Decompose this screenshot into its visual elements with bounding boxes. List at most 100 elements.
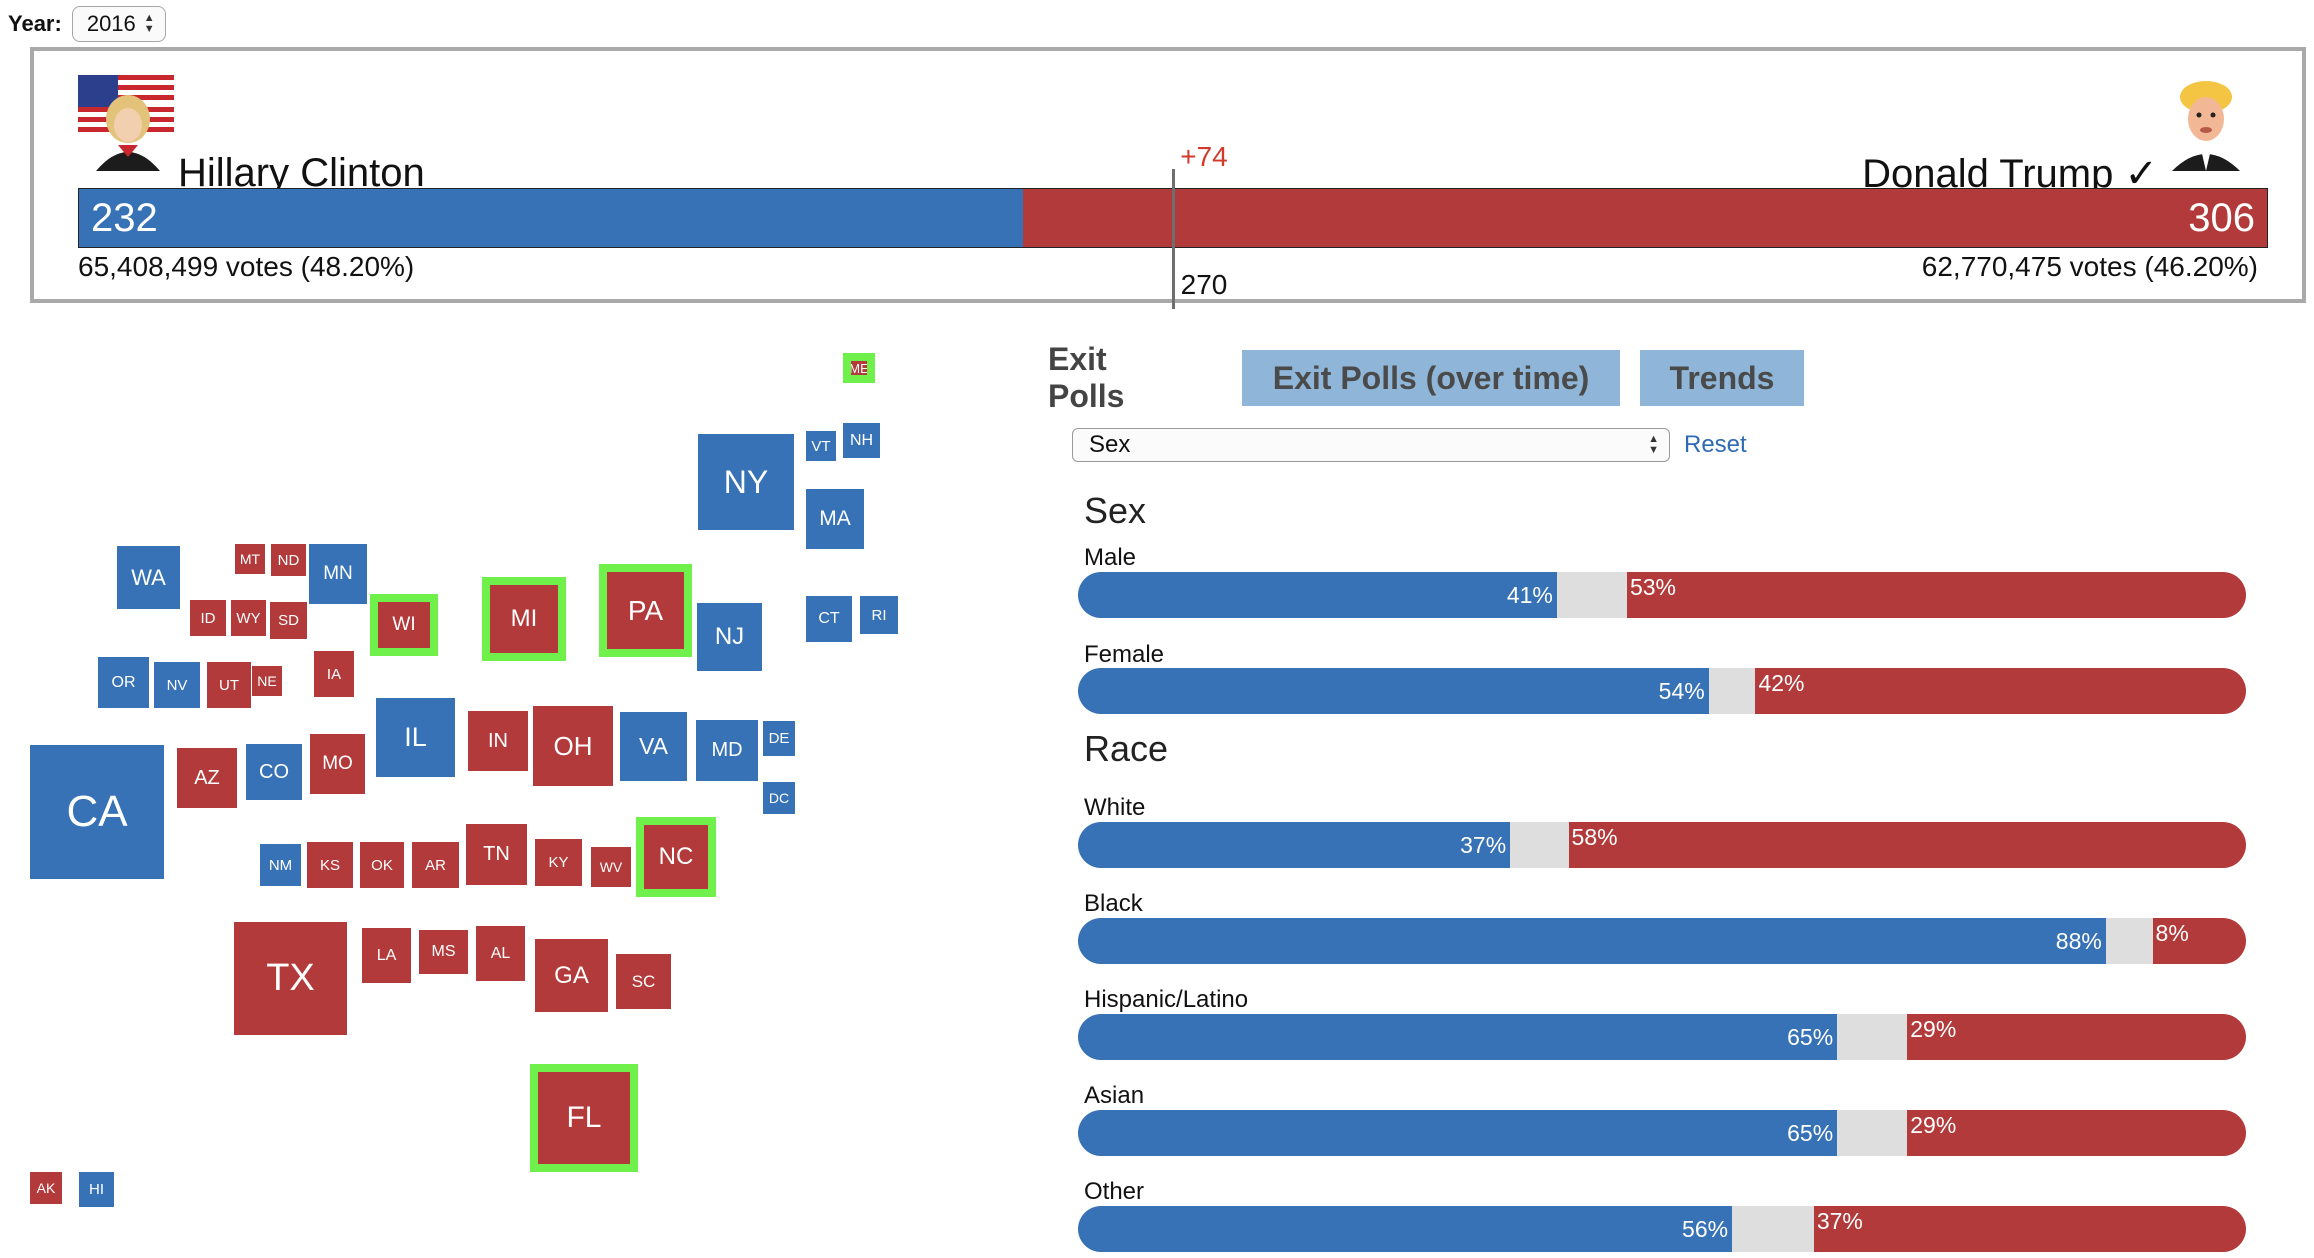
state-tile-al[interactable]: AL (476, 926, 525, 981)
rep-ev-segment: 306 (1022, 189, 2267, 247)
state-tile-ma[interactable]: MA (806, 489, 864, 549)
poll-other-segment (1708, 668, 1756, 714)
poll-other-segment (1732, 1206, 1814, 1252)
state-tile-ne[interactable]: NE (252, 666, 282, 696)
threshold-label: 270 (1180, 269, 1228, 300)
year-select[interactable]: 2016 ▲ ▼ (71, 6, 166, 42)
state-tile-wy[interactable]: WY (231, 600, 266, 636)
poll-rep-segment: 42% (1755, 668, 2246, 714)
state-tile-ar[interactable]: AR (412, 842, 459, 888)
state-tile-ok[interactable]: OK (360, 842, 404, 888)
state-tile-nd[interactable]: ND (271, 544, 306, 576)
poll-row-label: Asian (1084, 1082, 1145, 1109)
analysis-tabs: Exit Polls Exit Polls (over time) Trends (1040, 341, 1804, 414)
state-tile-hi[interactable]: HI (79, 1172, 114, 1207)
clinton-portrait-icon (78, 75, 174, 171)
state-tile-nc[interactable]: NC (636, 817, 716, 897)
state-tile-ga[interactable]: GA (535, 939, 608, 1012)
dem-ev-count: 232 (91, 195, 158, 240)
state-tile-in[interactable]: IN (468, 711, 528, 771)
state-tile-ks[interactable]: KS (307, 842, 353, 888)
state-tile-nh[interactable]: NH (843, 423, 880, 458)
select-arrows-icon: ▲ ▼ (143, 12, 155, 35)
state-tile-ri[interactable]: RI (860, 596, 898, 634)
year-value: 2016 (86, 11, 136, 36)
poll-other-segment (1837, 1014, 1908, 1060)
poll-dem-segment: 37% (1078, 822, 1511, 868)
state-tile-nj[interactable]: NJ (697, 603, 762, 671)
state-tile-md[interactable]: MD (696, 720, 758, 781)
reset-link[interactable]: Reset (1684, 431, 1747, 459)
state-tile-nv[interactable]: NV (154, 662, 200, 708)
state-tile-me[interactable]: ME (843, 353, 875, 383)
state-tile-mo[interactable]: MO (310, 734, 365, 794)
poll-row-label: White (1084, 794, 1146, 821)
year-label: Year: (8, 11, 62, 36)
poll-other-segment (1556, 572, 1627, 618)
state-tile-nm[interactable]: NM (260, 844, 301, 886)
poll-group-title: Sex (1084, 490, 1147, 531)
electoral-summary: Hillary Clinton Donald Trump ✓ +74 232 3… (30, 47, 2306, 309)
poll-dem-segment: 54% (1078, 668, 1709, 714)
state-tile-il[interactable]: IL (376, 698, 455, 777)
poll-rep-segment: 8% (2152, 918, 2246, 964)
state-tile-ms[interactable]: MS (419, 930, 468, 974)
state-tile-ia[interactable]: IA (314, 651, 354, 697)
state-tile-id[interactable]: ID (190, 600, 226, 636)
tab-exit-polls-over-time[interactable]: Exit Polls (over time) (1242, 350, 1620, 406)
state-tile-ca[interactable]: CA (30, 745, 164, 879)
state-tile-mn[interactable]: MN (309, 544, 367, 604)
filter-row: Sex ▲ ▼ Reset (1072, 428, 1747, 462)
tab-exit-polls[interactable]: Exit Polls (1040, 341, 1190, 414)
poll-rep-segment: 53% (1626, 572, 2246, 618)
poll-dem-segment: 65% (1078, 1110, 1838, 1156)
poll-group-title: Race (1084, 728, 1169, 769)
state-tile-vt[interactable]: VT (806, 431, 836, 461)
poll-rep-segment: 29% (1907, 1110, 2246, 1156)
state-tile-wa[interactable]: WA (117, 546, 180, 609)
poll-other-segment (2105, 918, 2153, 964)
state-tile-de[interactable]: DE (763, 721, 795, 756)
category-select[interactable]: Sex ▲ ▼ (1072, 428, 1670, 462)
state-tile-ct[interactable]: CT (806, 596, 852, 642)
state-tile-mt[interactable]: MT (235, 544, 265, 574)
poll-row-label: Hispanic/Latino (1084, 986, 1249, 1013)
state-tile-ak[interactable]: AK (30, 1172, 62, 1204)
category-select-value: Sex (1089, 431, 1131, 458)
state-tile-dc[interactable]: DC (763, 782, 795, 814)
state-tile-wi[interactable]: WI (370, 594, 438, 656)
state-tile-tn[interactable]: TN (466, 824, 527, 885)
state-tile-or[interactable]: OR (98, 657, 149, 708)
state-tile-la[interactable]: LA (362, 928, 411, 983)
state-tile-co[interactable]: CO (246, 744, 302, 800)
state-cartogram: ME VT NH NY MA WA MT ND MN ID WY SD WI MI PA NJ CT RI OR NV… (0, 330, 1000, 1230)
poll-bar: 88% 8% (1078, 918, 2246, 964)
state-tile-ut[interactable]: UT (207, 662, 251, 708)
poll-bar: 56% 37% (1078, 1206, 2246, 1252)
poll-row-label: Female (1084, 641, 1165, 668)
state-tile-az[interactable]: AZ (177, 748, 237, 808)
poll-bar: 37% 58% (1078, 822, 2246, 868)
state-tile-mi[interactable]: MI (482, 577, 566, 661)
state-tile-fl[interactable]: FL (530, 1064, 638, 1172)
state-tile-sd[interactable]: SD (270, 602, 307, 639)
poll-bar: 65% 29% (1078, 1110, 2246, 1156)
poll-dem-segment: 65% (1078, 1014, 1838, 1060)
poll-bar: 65% 29% (1078, 1014, 2246, 1060)
state-tile-tx[interactable]: TX (234, 922, 347, 1035)
dem-popular-votes: 65,408,499 votes (48.20%) (78, 251, 415, 282)
state-tile-ny[interactable]: NY (698, 434, 794, 530)
state-tile-wv[interactable]: WV (591, 847, 631, 887)
rep-popular-votes: 62,770,475 votes (46.20%) (1921, 251, 2258, 282)
tab-trends[interactable]: Trends (1640, 350, 1804, 406)
state-tile-oh[interactable]: OH (533, 706, 613, 786)
poll-dem-segment: 88% (1078, 918, 2106, 964)
state-tile-sc[interactable]: SC (616, 954, 671, 1009)
poll-rep-segment: 37% (1813, 1206, 2246, 1252)
year-selector-row: Year: 2016 ▲ ▼ (8, 4, 166, 44)
state-tile-ky[interactable]: KY (535, 839, 582, 886)
trump-portrait-icon (2172, 81, 2240, 171)
state-tile-pa[interactable]: PA (599, 564, 692, 657)
state-tile-va[interactable]: VA (620, 712, 687, 781)
poll-row-label: Other (1084, 1178, 1145, 1205)
